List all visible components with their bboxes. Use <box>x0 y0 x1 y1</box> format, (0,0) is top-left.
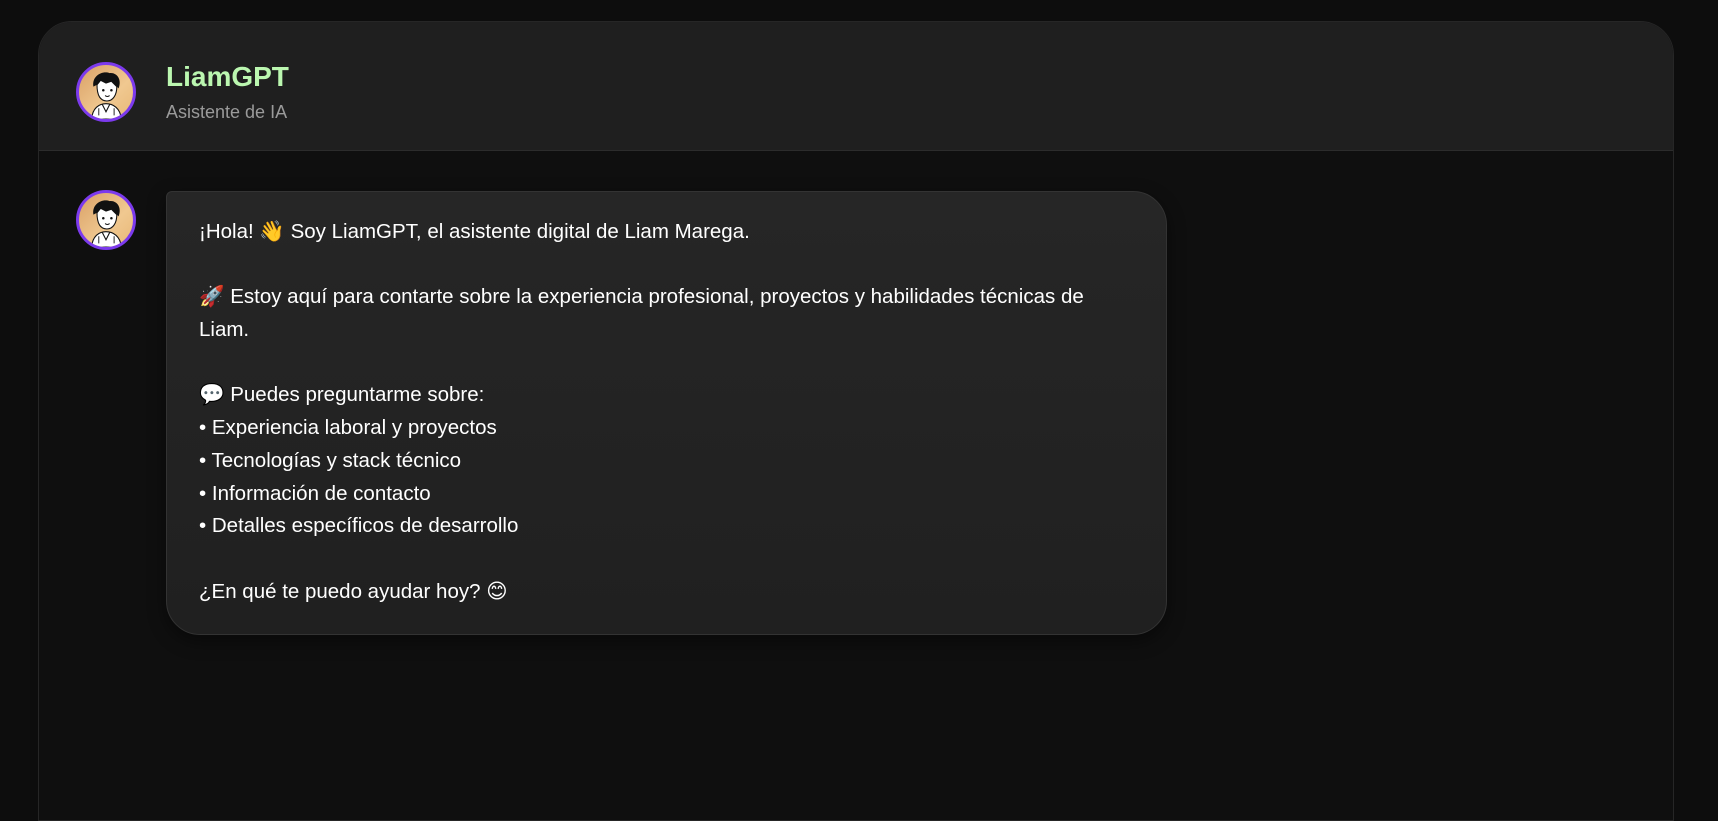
bot-name: LiamGPT <box>166 61 289 92</box>
list-item: • Información de contacto <box>199 481 431 505</box>
topics-heading: 💬 Puedes preguntarme sobre: <box>199 383 485 407</box>
bot-subtitle: Asistente de IA <box>166 102 288 122</box>
message-closing: ¿En qué te puedo ayudar hoy? 😊 <box>199 579 508 603</box>
chat-window: LiamGPT Asistente de IA ¡Hola! 👋 Soy Lia… <box>38 21 1674 821</box>
list-item: • Detalles específicos de desarrollo <box>199 514 519 538</box>
message-intro: 🚀 Estoy aquí para contarte sobre la expe… <box>199 285 1084 342</box>
bot-avatar <box>76 62 136 122</box>
cartoon-avatar-icon <box>91 200 122 247</box>
topics-list: • Experiencia laboral y proyectos • Tecn… <box>199 412 1134 543</box>
assistant-message-bubble: ¡Hola! 👋 Soy LiamGPT, el asistente digit… <box>166 191 1167 636</box>
cartoon-avatar-icon <box>91 72 122 119</box>
message-avatar <box>76 190 136 250</box>
list-item: • Experiencia laboral y proyectos <box>199 416 497 440</box>
message-greeting: ¡Hola! 👋 Soy LiamGPT, el asistente digit… <box>199 220 750 243</box>
list-item: • Tecnologías y stack técnico <box>199 448 462 472</box>
chat-header: LiamGPT Asistente de IA <box>39 22 1673 151</box>
